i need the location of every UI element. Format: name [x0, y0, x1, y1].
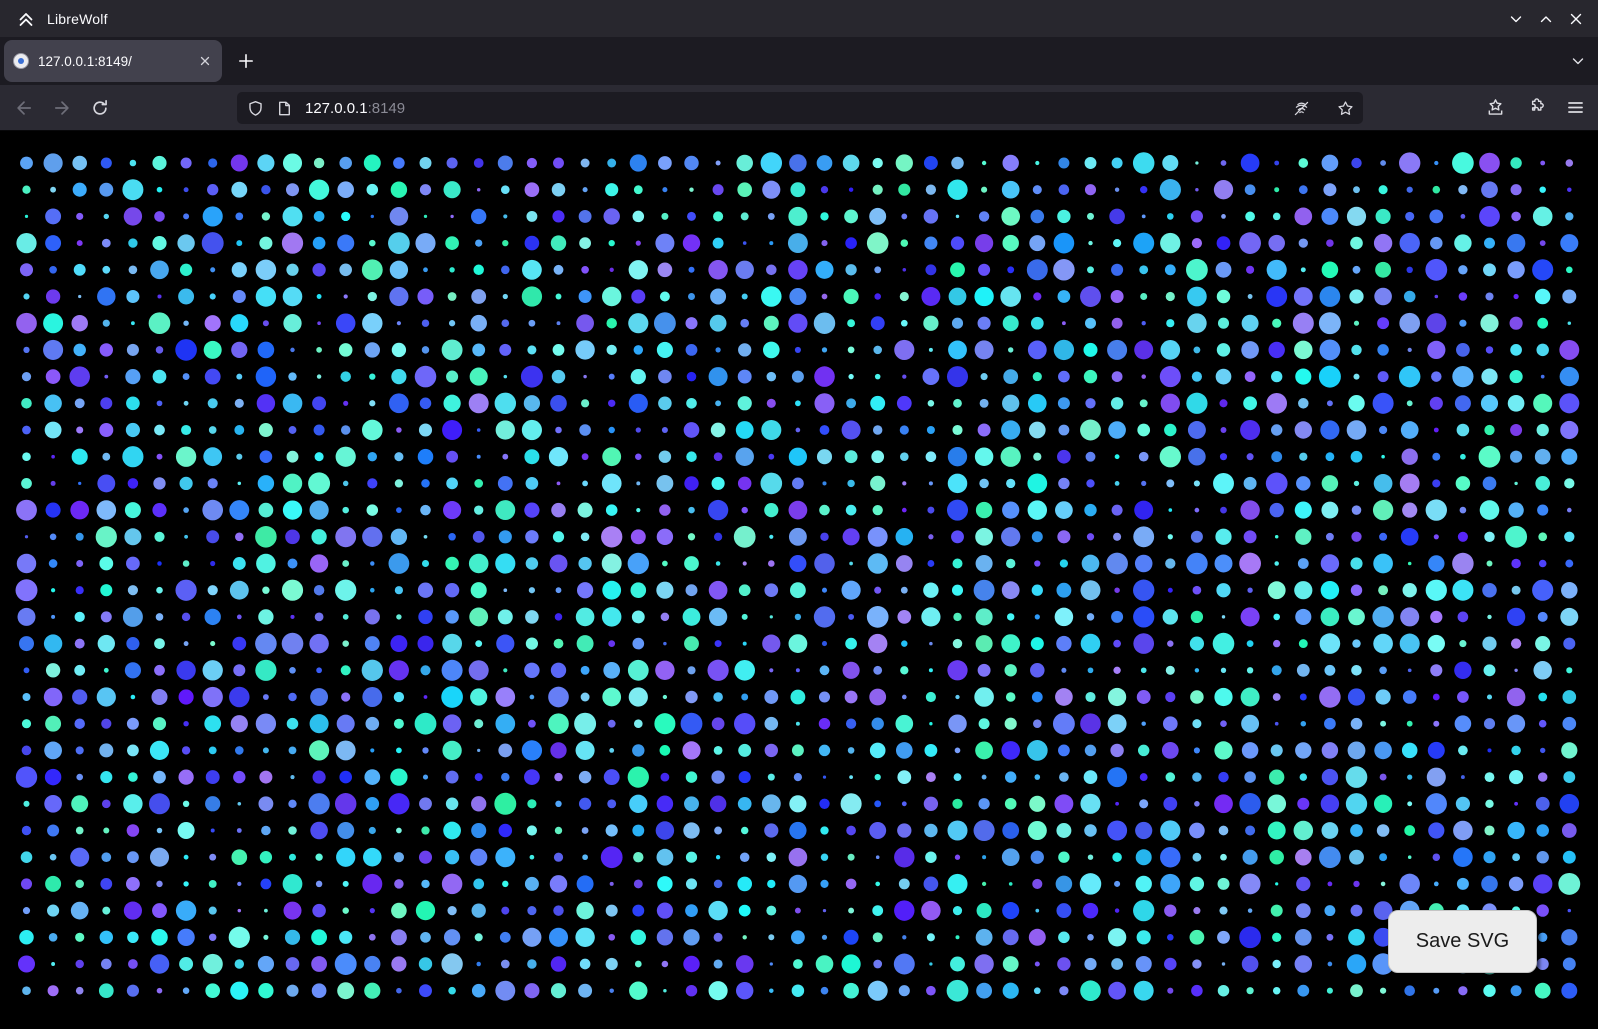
fingerprint-protection-icon[interactable]	[1293, 100, 1310, 117]
tab-title: 127.0.0.1:8149/	[38, 54, 193, 69]
tab-favicon-icon	[13, 53, 29, 69]
maximize-icon[interactable]	[1538, 11, 1554, 27]
librewolf-logo-icon	[16, 9, 36, 29]
close-icon[interactable]	[1568, 11, 1584, 27]
back-icon[interactable]	[12, 96, 36, 120]
url-bar[interactable]: 127.0.0.1:8149	[237, 92, 1363, 124]
tab-strip: 127.0.0.1:8149/	[0, 37, 1598, 85]
list-all-tabs-button[interactable]	[1570, 53, 1586, 69]
page-icon[interactable]	[276, 100, 293, 117]
new-tab-button[interactable]	[237, 52, 255, 70]
browser-window: LibreWolf 127.0.0.1:8149/	[0, 0, 1598, 1029]
page-content	[0, 131, 1598, 1029]
nav-buttons	[12, 96, 112, 120]
app-title: LibreWolf	[47, 11, 108, 27]
url-port: :8149	[368, 100, 406, 117]
tab-active[interactable]: 127.0.0.1:8149/	[4, 40, 222, 82]
forward-icon[interactable]	[50, 96, 74, 120]
shield-icon[interactable]	[247, 100, 264, 117]
url-text: 127.0.0.1:8149	[305, 100, 1293, 117]
urlbar-actions	[1293, 100, 1354, 117]
reload-icon[interactable]	[88, 96, 112, 120]
toolbar-actions	[1483, 96, 1587, 120]
save-svg-button[interactable]: Save SVG	[1388, 910, 1537, 973]
import-bookmarks-icon[interactable]	[1483, 96, 1507, 120]
titlebar: LibreWolf	[0, 0, 1598, 37]
window-controls	[1508, 11, 1588, 27]
bookmark-star-icon[interactable]	[1337, 100, 1354, 117]
tab-close-icon[interactable]	[197, 53, 213, 69]
menu-hamburger-icon[interactable]	[1563, 96, 1587, 120]
minimize-icon[interactable]	[1508, 11, 1524, 27]
url-host: 127.0.0.1	[305, 100, 368, 117]
extensions-puzzle-icon[interactable]	[1523, 96, 1547, 120]
nav-toolbar: 127.0.0.1:8149	[0, 85, 1598, 131]
dot-grid-art	[0, 131, 1598, 1029]
